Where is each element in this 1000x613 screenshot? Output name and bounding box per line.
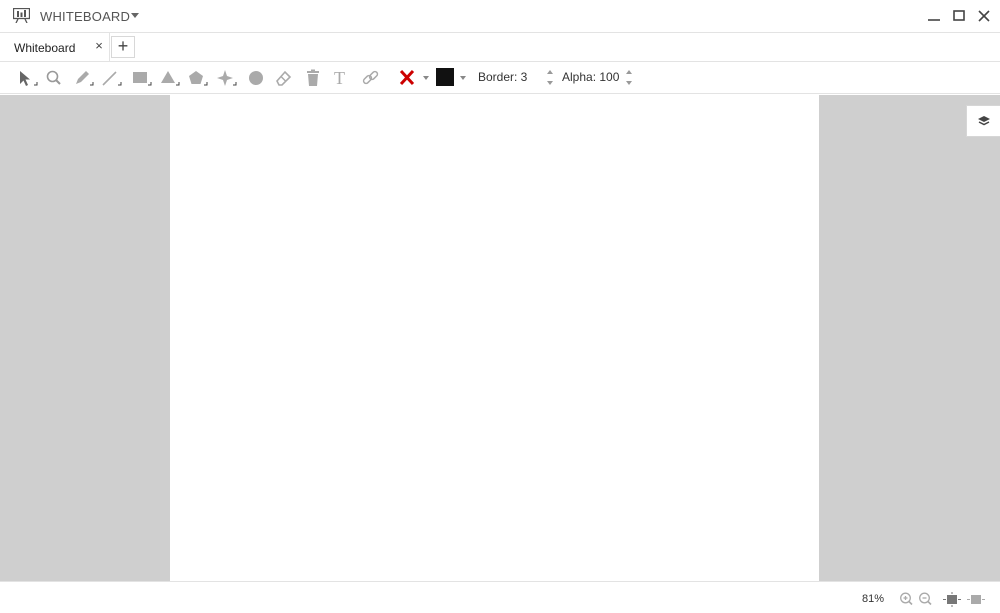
rectangle-tool-button[interactable]: [130, 68, 152, 88]
fill-color-button[interactable]: [398, 68, 420, 88]
pentagon-tool-button[interactable]: [186, 68, 208, 88]
close-icon[interactable]: [974, 6, 994, 26]
stroke-color-swatch[interactable]: [436, 68, 454, 86]
zoom-in-icon[interactable]: [899, 592, 915, 606]
select-tool-button[interactable]: [16, 68, 38, 88]
text-icon: T: [334, 68, 345, 88]
pen-tool-button[interactable]: [72, 68, 94, 88]
workspace-area: [0, 95, 1000, 581]
text-tool-button[interactable]: T: [330, 68, 352, 88]
delete-tool-button[interactable]: [302, 68, 324, 88]
maximize-icon[interactable]: [949, 6, 969, 26]
no-fill-x-icon: [399, 69, 415, 86]
fit-page-icon[interactable]: [942, 592, 961, 607]
spinner-down-icon[interactable]: [547, 81, 553, 85]
pen-icon: [76, 71, 94, 86]
star-icon: [217, 70, 237, 86]
trash-icon: [307, 69, 319, 86]
fill-color-chevron-down-icon[interactable]: [423, 76, 429, 80]
whiteboard-canvas[interactable]: [170, 95, 819, 581]
tab-label: Whiteboard: [14, 41, 76, 55]
eraser-icon: [276, 70, 292, 86]
zoom-level-readout: 81%: [862, 593, 885, 605]
link-icon: [362, 70, 379, 85]
star-tool-button[interactable]: [215, 68, 237, 88]
whiteboard-app-icon: [12, 7, 31, 24]
spinner-up-icon[interactable]: [626, 70, 632, 74]
zoom-tool-button[interactable]: [44, 68, 66, 88]
eraser-tool-button[interactable]: [273, 68, 295, 88]
line-icon: [102, 71, 122, 86]
stroke-color-chevron-down-icon[interactable]: [460, 76, 466, 80]
line-tool-button[interactable]: [100, 68, 122, 88]
border-width-label: Border: 3: [478, 70, 528, 84]
alpha-label: Alpha: 100: [562, 70, 620, 84]
spinner-down-icon[interactable]: [626, 81, 632, 85]
app-menu-chevron-down-icon[interactable]: [131, 13, 139, 18]
layers-button[interactable]: [966, 105, 1000, 137]
app-title[interactable]: WHITEBOARD: [40, 9, 130, 24]
zoom-out-icon[interactable]: [918, 592, 934, 606]
status-bar: 81%: [0, 581, 1000, 613]
border-width-spinner[interactable]: [546, 68, 554, 88]
pentagon-icon: [189, 71, 208, 86]
tab-bar: Whiteboard × +: [0, 33, 1000, 62]
link-tool-button[interactable]: [360, 68, 382, 88]
add-tab-button[interactable]: +: [111, 36, 135, 58]
alpha-spinner[interactable]: [625, 68, 633, 88]
minimize-icon[interactable]: [924, 6, 944, 26]
triangle-tool-button[interactable]: [158, 68, 180, 88]
layers-icon: [977, 116, 990, 126]
circle-tool-button[interactable]: [245, 68, 267, 88]
spinner-up-icon[interactable]: [547, 70, 553, 74]
fit-width-icon[interactable]: [966, 592, 985, 606]
rectangle-icon: [133, 72, 152, 86]
tab-whiteboard[interactable]: Whiteboard ×: [0, 33, 110, 62]
tab-close-icon[interactable]: ×: [92, 39, 106, 53]
magnifier-icon: [46, 70, 61, 85]
circle-icon: [249, 71, 263, 85]
title-bar: WHITEBOARD: [0, 0, 1000, 33]
triangle-icon: [161, 71, 180, 86]
cursor-icon: [20, 71, 38, 86]
